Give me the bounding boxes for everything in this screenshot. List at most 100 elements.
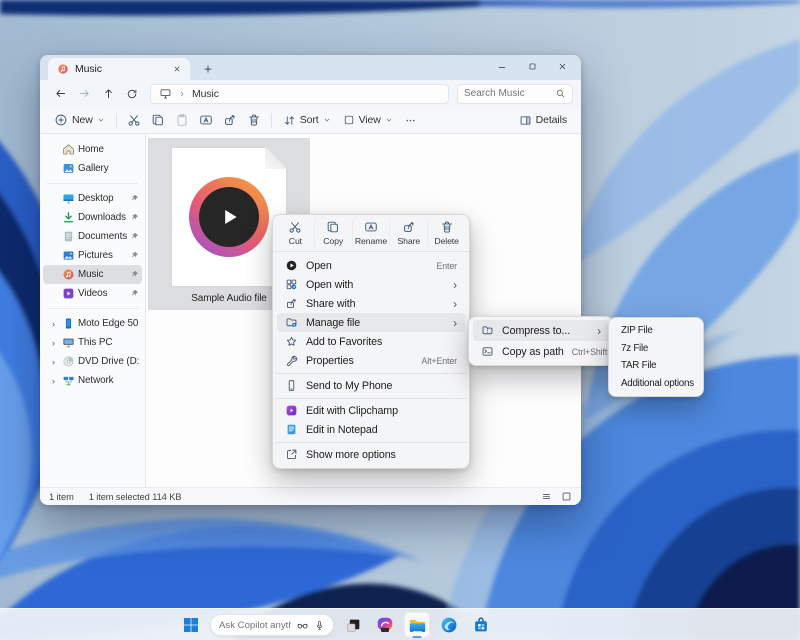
chevron-right-icon[interactable]: › (48, 319, 59, 329)
chevron-right-icon[interactable]: › (48, 376, 59, 386)
share-button[interactable] (218, 109, 242, 131)
rename-button[interactable] (194, 109, 218, 131)
maximize-button[interactable] (517, 56, 547, 77)
submenu-item-tar-file[interactable]: TAR File (613, 357, 699, 375)
menu-item-send-to-my-phone[interactable]: Send to My Phone (277, 376, 465, 395)
view-button[interactable]: View (337, 109, 399, 131)
sidebar-item-this-pc[interactable]: › This PC (43, 333, 142, 352)
tab-strip: Music (40, 55, 581, 80)
quick-share-button[interactable]: Share (389, 218, 427, 248)
up-button[interactable] (98, 84, 118, 104)
pin-icon (130, 251, 139, 260)
taskbar (0, 608, 800, 640)
new-button[interactable]: New (48, 109, 111, 131)
taskbar-search-input[interactable] (219, 620, 291, 631)
submenu-item-copy-as-path[interactable]: Copy as path Ctrl+Shift+C (473, 341, 609, 362)
quick-rename-button[interactable]: Rename (352, 218, 390, 248)
pin-icon (130, 270, 139, 279)
sidebar-item-documents[interactable]: Documents (43, 227, 142, 246)
new-icon (54, 113, 68, 127)
submenu-item-additional-options[interactable]: Additional options (613, 375, 699, 393)
forward-button[interactable] (74, 84, 94, 104)
quick-rename-label: Rename (355, 236, 387, 246)
windows-logo-icon (183, 617, 199, 633)
cut-button[interactable] (122, 109, 146, 131)
back-button[interactable] (50, 84, 70, 104)
network-icon (62, 374, 75, 387)
new-tab-button[interactable] (198, 59, 218, 79)
menu-item-edit-in-notepad[interactable]: Edit in Notepad (277, 420, 465, 439)
toolbar-separator (116, 113, 117, 128)
minimize-button[interactable] (487, 56, 517, 77)
copy-button[interactable] (146, 109, 170, 131)
tab-music[interactable]: Music (48, 58, 190, 80)
taskbar-center (178, 609, 494, 640)
submenu-chevron-icon: › (453, 317, 457, 329)
m365-copilot-button[interactable] (372, 612, 398, 638)
clipchamp-icon (285, 404, 298, 417)
menu-item-show-more-options[interactable]: Show more options (277, 445, 465, 464)
sidebar-item-music[interactable]: Music (43, 265, 142, 284)
selected-size: 114 KB (152, 492, 181, 502)
desktop: Music (0, 0, 800, 640)
list-view-toggle-icon[interactable] (541, 491, 552, 502)
delete-button[interactable] (242, 109, 266, 131)
tab-close-icon[interactable] (170, 62, 184, 76)
menu-item-edit-with-clipchamp[interactable]: Edit with Clipchamp (277, 401, 465, 420)
submenu-chevron-icon: › (453, 298, 457, 310)
menu-item-add-to-favorites[interactable]: Add to Favorites (277, 332, 465, 351)
sidebar-item-dvd-drive[interactable]: › DVD Drive (D:) CCC (43, 352, 142, 371)
music-tab-icon (57, 63, 69, 75)
chevron-right-icon[interactable]: › (48, 338, 59, 348)
play-icon (216, 204, 242, 230)
selection-status: 1 item selected 114 KB (89, 492, 182, 502)
sidebar-item-videos[interactable]: Videos (43, 284, 142, 303)
menu-item-open-with[interactable]: Open with › (277, 275, 465, 294)
file-explorer-button[interactable] (404, 612, 430, 638)
tab-title: Music (75, 63, 102, 75)
search-box[interactable] (457, 84, 573, 104)
phone-icon (285, 379, 298, 392)
sidebar-item-home[interactable]: Home (43, 140, 142, 159)
details-button[interactable]: Details (513, 109, 573, 131)
m365-copilot-icon (376, 616, 394, 634)
edge-button[interactable] (436, 612, 462, 638)
task-view-button[interactable] (340, 612, 366, 638)
pin-icon (130, 232, 139, 241)
sidebar-item-network[interactable]: › Network (43, 371, 142, 390)
sidebar-item-downloads[interactable]: Downloads (43, 208, 142, 227)
menu-item-open[interactable]: Open Enter (277, 256, 465, 275)
sidebar-item-desktop[interactable]: Desktop (43, 189, 142, 208)
shortcut-label: Enter (436, 261, 457, 271)
paste-button[interactable] (170, 109, 194, 131)
menu-item-share-with[interactable]: Share with › (277, 294, 465, 313)
audio-disc (199, 187, 259, 247)
menu-item-properties[interactable]: Properties Alt+Enter (277, 351, 465, 370)
start-button[interactable] (178, 612, 204, 638)
close-button[interactable] (547, 56, 577, 77)
submenu-chevron-icon: › (597, 325, 601, 337)
search-input[interactable] (464, 88, 551, 99)
breadcrumb[interactable]: Music (150, 84, 449, 104)
caption-buttons (487, 56, 577, 77)
quick-delete-button[interactable]: Delete (427, 218, 465, 248)
quick-cut-button[interactable]: Cut (277, 218, 314, 248)
submenu-item-zip-file[interactable]: ZIP File (613, 322, 699, 340)
sidebar-item-pictures[interactable]: Pictures (43, 246, 142, 265)
quick-copy-button[interactable]: Copy (314, 218, 352, 248)
taskbar-search[interactable] (210, 614, 334, 636)
chevron-down-icon (97, 116, 105, 124)
chevron-right-icon[interactable]: › (48, 357, 59, 367)
sidebar-item-gallery[interactable]: Gallery (43, 159, 142, 178)
sort-button[interactable]: Sort (277, 109, 337, 131)
cut-icon (288, 220, 302, 234)
quick-cut-label: Cut (289, 236, 302, 246)
more-button[interactable] (399, 109, 423, 131)
store-button[interactable] (468, 612, 494, 638)
sidebar-item-phone[interactable]: › Moto Edge 50 Neo (43, 314, 142, 333)
icon-view-toggle-icon[interactable] (561, 491, 572, 502)
submenu-item-compress-to[interactable]: Compress to... › (473, 320, 609, 341)
refresh-button[interactable] (122, 84, 142, 104)
menu-item-manage-file[interactable]: Manage file › (277, 313, 465, 332)
submenu-item-7z-file[interactable]: 7z File (613, 340, 699, 358)
